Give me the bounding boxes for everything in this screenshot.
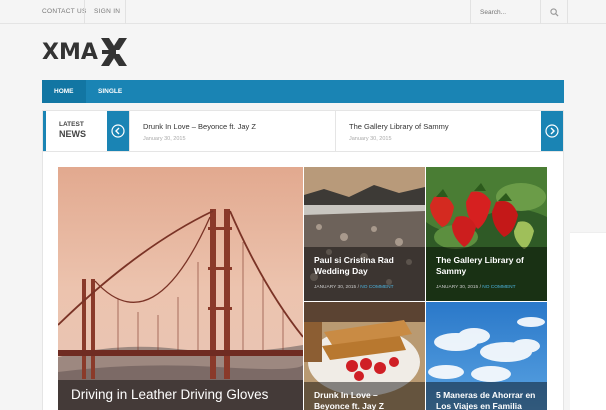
- site-logo[interactable]: XMA: [42, 36, 129, 68]
- featured-post-tile[interactable]: Paul si Cristina Rad Wedding Day JANUARY…: [304, 167, 425, 301]
- top-divider: [125, 0, 126, 24]
- search-button[interactable]: [540, 0, 568, 24]
- search-box: [470, 0, 540, 24]
- ticker-item[interactable]: Drunk In Love – Beyonce ft. Jay Z Januar…: [129, 111, 329, 151]
- tile-date: JANUARY 30, 2015: [436, 285, 479, 290]
- ticker-item-title: The Gallery Library of Sammy: [349, 122, 449, 131]
- ticker-item-date: January 30, 2015: [143, 136, 186, 142]
- tile-title[interactable]: 5 Maneras de Ahorrar en Los Viajes en Fa…: [436, 390, 537, 410]
- tile-meta: JANUARY 30, 2015 / NO COMMENT: [436, 285, 516, 290]
- latest-news-label-line1: LATEST: [59, 121, 84, 128]
- ticker-prev-button[interactable]: [107, 111, 129, 151]
- tile-caption: 5 Maneras de Ahorrar en Los Viajes en Fa…: [426, 382, 547, 410]
- featured-post-main[interactable]: Driving in Leather Driving Gloves: [58, 167, 303, 410]
- tile-comments-link[interactable]: NO COMMENT: [360, 285, 393, 290]
- ticker-item[interactable]: The Gallery Library of Sammy January 30,…: [335, 111, 541, 151]
- ticker-item-date: January 30, 2015: [349, 136, 392, 142]
- tile-title[interactable]: Paul si Cristina Rad Wedding Day: [314, 255, 415, 277]
- chevron-right-icon: [545, 124, 559, 138]
- featured-post-tile[interactable]: Drunk In Love – Beyonce ft. Jay Z: [304, 302, 425, 410]
- tile-title[interactable]: The Gallery Library of Sammy: [436, 255, 537, 277]
- latest-news-ticker: LATEST NEWS Drunk In Love – Beyonce ft. …: [42, 110, 564, 152]
- logo-text: XMA: [42, 39, 98, 65]
- nav-item-home[interactable]: HOME: [42, 80, 86, 103]
- logo-x-mark-icon: [98, 38, 129, 66]
- tile-caption: Paul si Cristina Rad Wedding Day JANUARY…: [304, 247, 425, 301]
- main-navigation: HOME SINGLE: [42, 80, 564, 103]
- search-input[interactable]: [471, 0, 540, 24]
- featured-post-tile[interactable]: The Gallery Library of Sammy JANUARY 30,…: [426, 167, 547, 301]
- chevron-left-icon: [111, 124, 125, 138]
- ticker-item-title: Drunk In Love – Beyonce ft. Jay Z: [143, 122, 256, 131]
- featured-post-title[interactable]: Driving in Leather Driving Gloves: [71, 386, 290, 404]
- tile-comments-link[interactable]: NO COMMENT: [482, 285, 515, 290]
- top-bar: CONTACT US SIGN IN: [0, 0, 606, 24]
- featured-post-tile[interactable]: 5 Maneras de Ahorrar en Los Viajes en Fa…: [426, 302, 547, 410]
- tile-date: JANUARY 30, 2015: [314, 285, 357, 290]
- side-panel: [570, 232, 606, 410]
- nav-item-single[interactable]: SINGLE: [86, 80, 134, 103]
- sign-in-link[interactable]: SIGN IN: [94, 0, 120, 24]
- latest-news-label-line2: NEWS: [59, 129, 86, 139]
- contact-us-link[interactable]: CONTACT US: [42, 0, 87, 24]
- tile-caption: The Gallery Library of Sammy JANUARY 30,…: [426, 247, 547, 301]
- tile-meta: JANUARY 30, 2015 / NO COMMENT: [314, 285, 394, 290]
- top-divider: [84, 0, 85, 24]
- tile-caption: Drunk In Love – Beyonce ft. Jay Z: [304, 382, 425, 410]
- ticker-next-button[interactable]: [541, 111, 563, 151]
- tile-title[interactable]: Drunk In Love – Beyonce ft. Jay Z: [314, 390, 415, 410]
- bridge-image: [58, 167, 303, 410]
- featured-post-caption: Driving in Leather Driving Gloves: [58, 380, 303, 410]
- search-icon: [549, 7, 559, 17]
- latest-news-label: LATEST NEWS: [43, 111, 107, 151]
